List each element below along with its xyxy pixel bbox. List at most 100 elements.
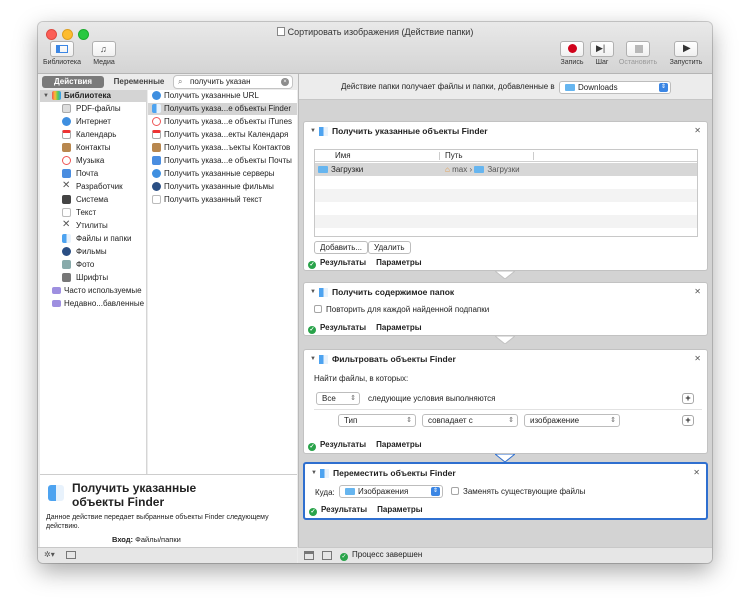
movies-icon [62,247,71,256]
table-stripe [315,189,697,202]
library-item-label: Утилиты [76,221,108,230]
close-icon[interactable]: ✕ [694,126,701,135]
smart-folder-icon [52,287,61,294]
list-item-selected[interactable]: Получить указа...е объекты Finder [148,103,297,115]
library-icon [52,91,61,100]
status-text: ✓ Процесс завершен [340,550,422,561]
workflow-area: Действие папки получает файлы и папки, д… [298,74,712,547]
stop-button[interactable]: Остановить [618,41,658,66]
contacts-icon [152,143,161,152]
destination-folder-select[interactable]: Изображения ⇕ [339,485,443,498]
step-button[interactable]: ▶| Шаг [586,41,618,66]
step-label: Шаг [595,59,609,66]
list-item-label: Получить указанные серверы [164,169,275,178]
description-toggle-icon[interactable] [66,551,76,559]
media-icon: ♫ [92,41,116,57]
table-row[interactable]: Загрузки ⌂ max › Загрузки [315,163,697,176]
checkbox-box [314,305,322,313]
checkmark-icon: ✓ [308,261,316,269]
library-tabs: Действия Переменные ⌕ получить указан × [38,74,297,90]
library-item-label: Недавно...бавленные [64,299,145,308]
disclosure-triangle-icon: ▼ [43,93,49,99]
repeat-subfolders-checkbox[interactable]: Повторить для каждой найденной подпапки [314,305,489,314]
remove-button[interactable]: Удалить [368,241,411,254]
close-icon[interactable]: ✕ [693,468,700,477]
finder-large-icon [48,485,64,501]
path-separator-icon: › [469,165,473,174]
add-criterion-button[interactable]: + [682,415,694,426]
library-list: ▼ Библиотека PDF-файлы Интернет Календар… [40,90,147,474]
options-tab[interactable]: Параметры [376,258,421,267]
receives-folder-select[interactable]: Downloads ⇕ [559,81,671,94]
run-button[interactable]: ▶ Запустить [664,41,708,66]
url-icon [152,91,161,100]
list-view-icon[interactable] [304,551,314,560]
criterion-field-select[interactable]: Тип ⇕ [338,414,416,427]
action-filter-finder-items: ▼ Фильтровать объекты Finder ✕ Найти фай… [303,349,708,454]
results-tab[interactable]: Результаты [320,440,366,449]
library-item-label: Фильмы [76,247,107,256]
action-footer: ✓ Результаты Параметры [308,438,422,452]
checkmark-icon: ✓ [308,326,316,334]
hammer-icon: ✕ [62,180,71,191]
action-get-folder-contents: ▼ Получить содержимое папок ✕ Повторить … [303,282,708,336]
window-title: Сортировать изображения (Действие папки) [38,27,712,37]
itunes-icon [152,117,161,126]
action-description: Получить указанные объекты Finder Данное… [40,474,297,547]
list-item-label: Получить указа...е объекты Почты [164,156,292,165]
input-info: Вход: Файлы/папки [112,535,181,544]
stop-label: Остановить [618,59,658,66]
library-item-label: Библиотека [64,91,111,100]
chevron-updown-icon: ⇕ [610,417,616,424]
results-tab[interactable]: Результаты [320,258,366,267]
system-icon [62,195,71,204]
checkbox-box [451,487,459,495]
library-item-label: PDF-файлы [76,104,121,113]
folder-icon [565,84,575,91]
options-tab[interactable]: Параметры [376,440,421,449]
replace-existing-checkbox[interactable]: Заменять существующие файлы [451,487,585,496]
log-view-icon[interactable] [322,551,332,560]
column-name[interactable]: Имя [335,150,351,162]
text-icon [62,208,71,217]
run-label: Запустить [669,59,703,66]
list-item-label: Получить указа...ъекты Контактов [164,143,291,152]
results-tab[interactable]: Результаты [321,505,367,514]
pdf-icon [62,104,71,113]
folder-icon [345,488,355,495]
find-label: Найти файлы, в которых: [314,374,409,383]
close-icon[interactable]: ✕ [694,287,701,296]
repeat-label: Повторить для каждой найденной подпапки [326,305,490,314]
results-tab[interactable]: Результаты [320,323,366,332]
action-results-list: Получить указанные URL Получить указа...… [148,90,297,474]
criterion-value-select[interactable]: изображение ⇕ [524,414,620,427]
action-footer: ✓ Результаты Параметры [309,503,423,517]
utilities-icon: ✕ [62,219,71,230]
add-button[interactable]: Добавить... [314,241,369,254]
workflow-status-bar: ✓ Процесс завершен [298,547,712,563]
column-path[interactable]: Путь [445,150,463,162]
options-tab[interactable]: Параметры [376,323,421,332]
input-label: Вход: [112,535,134,544]
photo-icon [62,260,71,269]
add-condition-button[interactable]: + [682,393,694,404]
media-button[interactable]: ♫ Медиа [88,41,120,66]
options-tab[interactable]: Параметры [377,505,422,514]
criterion-operator-select[interactable]: совпадает с ⇕ [422,414,518,427]
tab-actions[interactable]: Действия [42,76,104,88]
finder-icon [152,104,161,113]
clear-search-icon[interactable]: × [281,78,289,86]
tab-variables[interactable]: Переменные [108,76,170,88]
input-value: Файлы/папки [135,535,181,544]
items-table[interactable]: Имя Путь Загрузки ⌂ max › Загрузки [314,149,698,237]
close-icon[interactable]: ✕ [694,354,701,363]
search-input[interactable]: ⌕ получить указан × [173,75,293,89]
gear-icon[interactable]: ✲▾ [44,550,55,559]
row-name: Загрузки [331,165,364,174]
library-item-root[interactable]: ▼ Библиотека [40,90,147,102]
record-button[interactable]: Запись [556,41,588,66]
library-toggle-button[interactable]: Библиотека [42,41,82,66]
folder-action-header: Действие папки получает файлы и папки, д… [299,74,712,100]
column-divider [533,152,534,160]
match-select[interactable]: Все ⇕ [316,392,360,405]
